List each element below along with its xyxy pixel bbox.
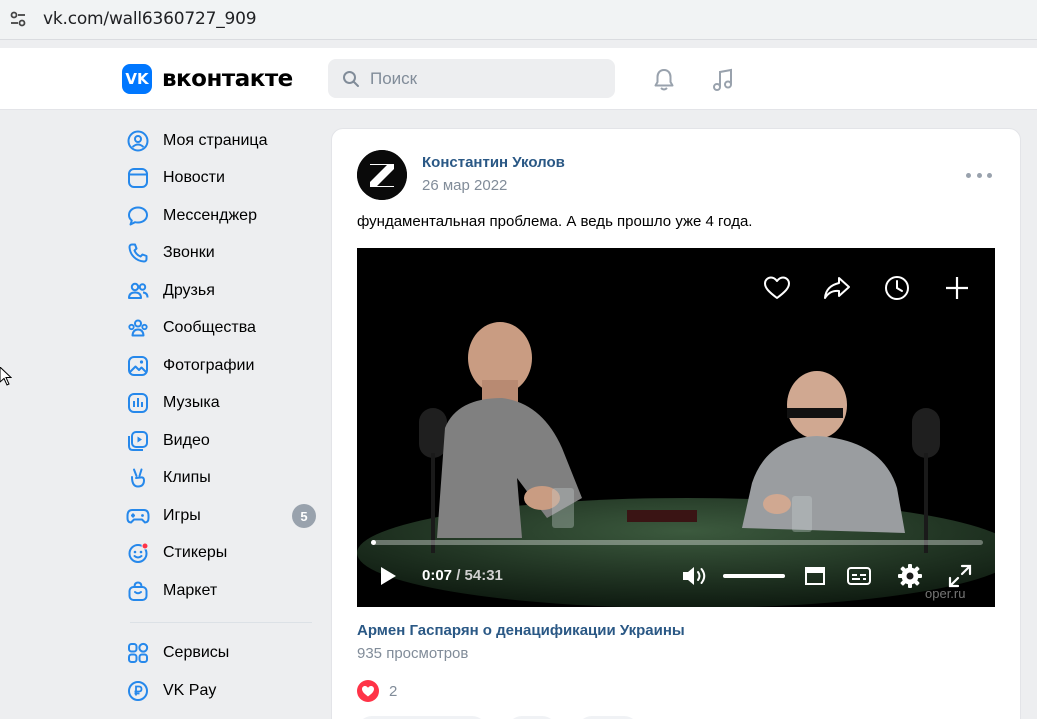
likes-summary[interactable]: 2 — [357, 680, 397, 702]
volume-slider[interactable] — [723, 574, 785, 578]
video-time: 0:07 / 54:31 — [422, 567, 503, 584]
sidebar-item-video[interactable]: Видео — [122, 422, 320, 460]
newspaper-icon — [123, 163, 153, 193]
mini-player-icon[interactable] — [801, 560, 829, 592]
sidebar-item-clips[interactable]: Клипы — [122, 460, 320, 498]
left-menu: Моя страница Новости Мессенджер Звонки Д… — [122, 122, 320, 710]
sidebar-item-label: Музыка — [163, 394, 220, 412]
video-progress-bar[interactable] — [371, 540, 983, 545]
sidebar-item-label: VK Pay — [163, 681, 217, 699]
gamepad-icon — [123, 501, 153, 531]
vk-logo-text: вконтакте — [162, 66, 293, 92]
vk-logo[interactable]: VK вконтакте — [122, 64, 293, 94]
sidebar-item-label: Друзья — [163, 281, 215, 299]
sidebar-item-label: Сервисы — [163, 644, 230, 662]
message-bubble-icon — [123, 201, 153, 231]
vk-logo-mark: VK — [122, 64, 152, 94]
site-header: VK вконтакте — [0, 48, 1037, 110]
services-grid-icon — [123, 638, 153, 668]
likes-count: 2 — [389, 682, 398, 700]
add-video-icon[interactable] — [939, 270, 975, 306]
watch-later-icon[interactable] — [879, 270, 915, 306]
friends-icon — [123, 276, 153, 306]
search-box[interactable] — [328, 59, 615, 98]
sidebar-item-games[interactable]: Игры 5 — [122, 497, 320, 535]
sticker-icon — [123, 538, 153, 568]
sidebar-item-photos[interactable]: Фотографии — [122, 347, 320, 385]
sidebar-item-label: Видео — [163, 431, 210, 449]
sidebar-item-label: Звонки — [163, 244, 215, 262]
sidebar-item-label: Моя страница — [163, 131, 268, 149]
video-watermark: oper.ru — [925, 586, 966, 601]
url-text[interactable]: vk.com/wall6360727_909 — [43, 9, 257, 29]
more-options-icon[interactable] — [966, 165, 992, 185]
sidebar-item-calls[interactable]: Звонки — [122, 235, 320, 273]
sidebar-item-services[interactable]: Сервисы — [122, 635, 320, 673]
mouse-cursor-icon — [0, 367, 12, 386]
music-note-icon[interactable] — [708, 65, 738, 95]
sidebar-item-messenger[interactable]: Мессенджер — [122, 197, 320, 235]
sidebar-item-my-page[interactable]: Моя страница — [122, 122, 320, 160]
sidebar-item-label: Игры — [163, 506, 201, 524]
sidebar-item-music[interactable]: Музыка — [122, 385, 320, 423]
bell-icon[interactable] — [649, 65, 679, 95]
video-duration: / 54:31 — [456, 567, 503, 584]
sidebar-item-label: Маркет — [163, 581, 218, 599]
settings-gear-icon[interactable] — [895, 560, 925, 592]
volume-icon[interactable] — [679, 560, 711, 592]
sidebar-item-vk-pay[interactable]: VK Pay — [122, 672, 320, 710]
user-circle-icon — [123, 126, 153, 156]
search-icon — [343, 70, 359, 87]
sidebar-item-stickers[interactable]: Стикеры — [122, 535, 320, 573]
browser-address-bar: vk.com/wall6360727_909 — [0, 0, 1037, 40]
sidebar-item-label: Клипы — [163, 469, 211, 487]
sidebar-item-label: Сообщества — [163, 319, 256, 337]
like-video-icon[interactable] — [759, 270, 795, 306]
subtitles-icon[interactable] — [844, 560, 874, 592]
video-current-time: 0:07 — [422, 567, 453, 584]
vkpay-icon — [123, 676, 153, 706]
sidebar-item-label: Стикеры — [163, 544, 228, 562]
sidebar-item-friends[interactable]: Друзья — [122, 272, 320, 310]
post-author[interactable]: Константин Уколов — [422, 154, 565, 171]
sidebar-item-news[interactable]: Новости — [122, 160, 320, 198]
video-progress-fill — [371, 540, 376, 545]
clips-icon — [123, 463, 153, 493]
site-settings-icon[interactable] — [0, 0, 36, 38]
music-icon — [123, 388, 153, 418]
video-icon — [123, 426, 153, 456]
post-date[interactable]: 26 мар 2022 — [422, 177, 507, 194]
search-input[interactable] — [370, 68, 600, 89]
video-title[interactable]: Армен Гаспарян о денацификации Украины — [357, 622, 685, 639]
photo-icon — [123, 351, 153, 381]
avatar[interactable] — [357, 150, 407, 200]
menu-divider — [130, 621, 312, 623]
wall-post: Константин Уколов 26 мар 2022 фундамента… — [331, 128, 1021, 719]
games-count-badge: 5 — [292, 504, 316, 528]
play-icon[interactable] — [373, 560, 403, 592]
video-player[interactable]: 0:07 / 54:31 oper.ru — [357, 248, 995, 607]
market-bag-icon — [123, 576, 153, 606]
share-icon[interactable] — [819, 270, 855, 306]
phone-icon — [123, 238, 153, 268]
video-views: 935 просмотров — [357, 645, 469, 662]
communities-icon — [123, 313, 153, 343]
sidebar-item-label: Фотографии — [163, 356, 255, 374]
sidebar-item-label: Новости — [163, 169, 225, 187]
sidebar-item-communities[interactable]: Сообщества — [122, 310, 320, 348]
sidebar-item-market[interactable]: Маркет — [122, 572, 320, 610]
sidebar-item-label: Мессенджер — [163, 206, 257, 224]
heart-icon — [357, 680, 379, 702]
post-text: фундаментальная проблема. А ведь прошло … — [357, 213, 753, 230]
